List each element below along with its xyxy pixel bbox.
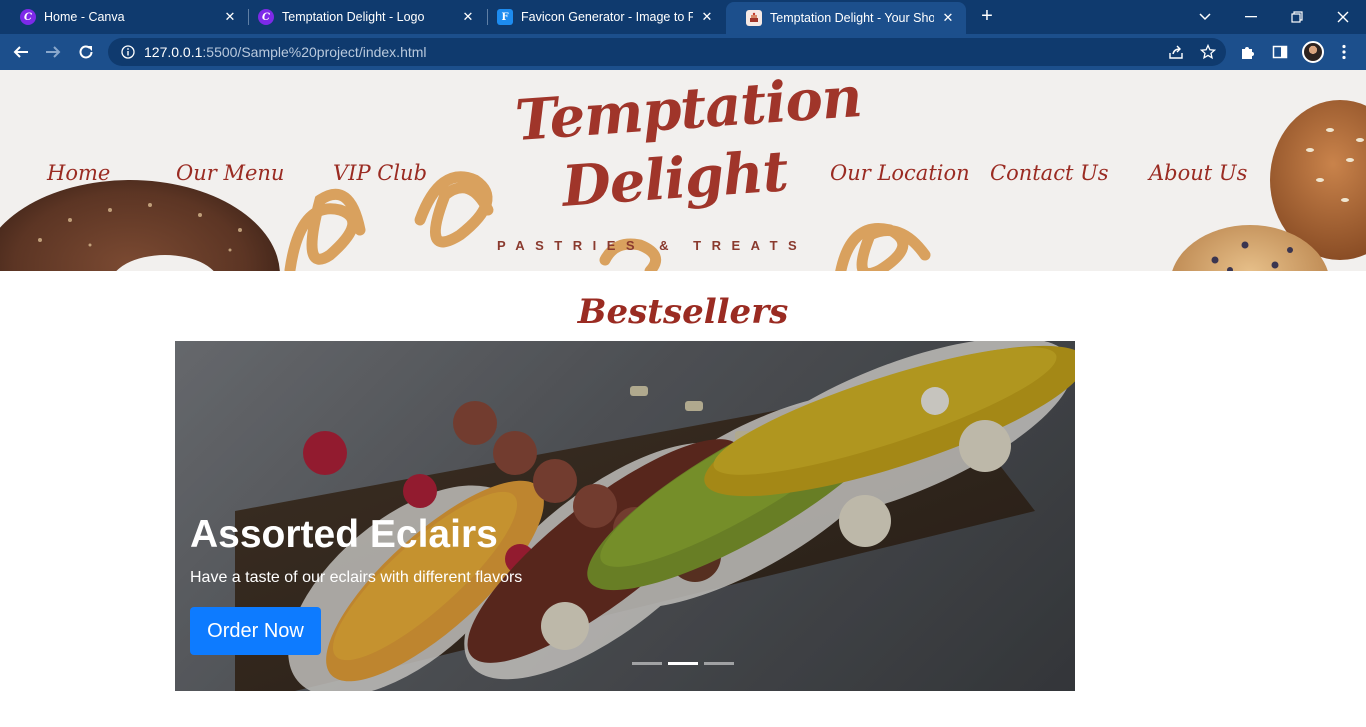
url-text: 127.0.0.1:5500/Sample%20project/index.ht… bbox=[144, 44, 427, 60]
new-tab-plus-icon[interactable]: + bbox=[976, 5, 998, 27]
close-tab-icon[interactable]: ✕ bbox=[940, 10, 956, 26]
url-path: :5500/Sample%20project/index.html bbox=[202, 44, 427, 60]
order-now-button[interactable]: Order Now bbox=[190, 607, 321, 655]
tab-title: Temptation Delight - Your Shop f bbox=[770, 11, 934, 25]
carousel-caption-text: Have a taste of our eclairs with differe… bbox=[190, 569, 523, 586]
site-header: Home Our Menu VIP Club Temptation Deligh… bbox=[0, 70, 1366, 271]
extensions-puzzle-icon[interactable] bbox=[1238, 42, 1258, 62]
favicon-generator-icon: F bbox=[497, 9, 513, 25]
window-close-icon[interactable] bbox=[1320, 0, 1366, 34]
browser-tab-1[interactable]: C Home - Canva ✕ bbox=[0, 0, 248, 34]
url-host: 127.0.0.1 bbox=[144, 44, 203, 60]
nav-our-menu-link[interactable]: Our Menu bbox=[176, 161, 284, 185]
nav-vip-club-link[interactable]: VIP Club bbox=[333, 161, 427, 185]
carousel-indicator-1[interactable] bbox=[632, 662, 662, 665]
nav-our-location-link[interactable]: Our Location bbox=[830, 161, 970, 185]
share-icon[interactable] bbox=[1168, 44, 1184, 60]
bestsellers-carousel[interactable]: Assorted Eclairs Have a taste of our ecl… bbox=[175, 341, 1075, 691]
side-panel-icon[interactable] bbox=[1270, 42, 1290, 62]
carousel-indicator-3[interactable] bbox=[704, 662, 734, 665]
profile-avatar[interactable] bbox=[1302, 41, 1324, 63]
kebab-menu-icon[interactable] bbox=[1334, 42, 1354, 62]
site-info-icon[interactable] bbox=[120, 44, 136, 60]
nav-about-us-link[interactable]: About Us bbox=[1149, 161, 1247, 185]
cake-favicon-icon bbox=[746, 10, 762, 26]
close-tab-icon[interactable]: ✕ bbox=[222, 9, 238, 25]
logo-tagline: PASTRIES & TREATS bbox=[497, 238, 808, 253]
canva-icon: C bbox=[20, 9, 36, 25]
close-tab-icon[interactable]: ✕ bbox=[460, 9, 476, 25]
tab-title: Home - Canva bbox=[44, 10, 125, 24]
tab-title: Temptation Delight - Logo bbox=[282, 10, 425, 24]
browser-tab-strip: C Home - Canva ✕ C Temptation Delight - … bbox=[0, 0, 1366, 34]
bookmark-star-icon[interactable] bbox=[1199, 43, 1217, 60]
canva-icon: C bbox=[258, 9, 274, 25]
close-tab-icon[interactable]: ✕ bbox=[699, 9, 715, 25]
restore-icon[interactable] bbox=[1274, 0, 1320, 34]
forward-arrow-icon[interactable] bbox=[40, 39, 66, 65]
browser-tab-4-active[interactable]: Temptation Delight - Your Shop f ✕ bbox=[726, 2, 966, 34]
nav-home-link[interactable]: Home bbox=[47, 161, 110, 185]
carousel-caption-title: Assorted Eclairs bbox=[190, 513, 498, 556]
carousel-indicator-2[interactable] bbox=[668, 662, 698, 665]
minimize-icon[interactable] bbox=[1228, 0, 1274, 34]
bestsellers-heading: Bestsellers bbox=[577, 292, 789, 332]
tab-search-chevron-icon[interactable] bbox=[1182, 0, 1228, 34]
browser-tab-3[interactable]: F Favicon Generator - Image to Fav ✕ bbox=[477, 0, 725, 34]
nav-contact-us-link[interactable]: Contact Us bbox=[990, 161, 1109, 185]
address-bar[interactable]: 127.0.0.1:5500/Sample%20project/index.ht… bbox=[108, 38, 1226, 66]
reload-icon[interactable] bbox=[73, 39, 99, 65]
back-arrow-icon[interactable] bbox=[8, 39, 34, 65]
tab-title: Favicon Generator - Image to Fav bbox=[521, 10, 693, 24]
browser-toolbar: 127.0.0.1:5500/Sample%20project/index.ht… bbox=[0, 34, 1366, 70]
browser-tab-2[interactable]: C Temptation Delight - Logo ✕ bbox=[238, 0, 486, 34]
